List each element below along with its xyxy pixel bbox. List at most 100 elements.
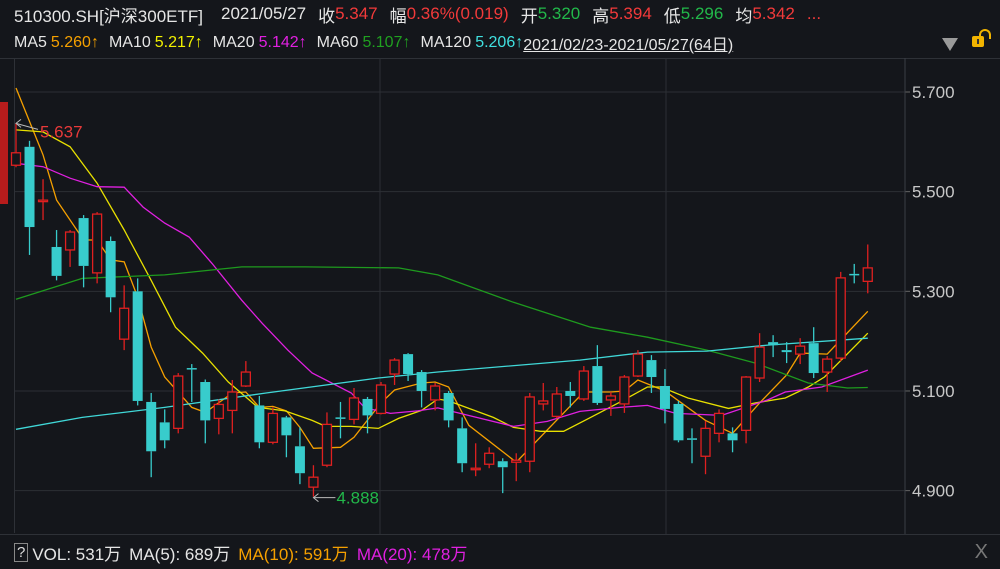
candle[interactable] xyxy=(673,400,684,443)
candle-body xyxy=(375,384,387,415)
candle[interactable] xyxy=(416,370,427,408)
candle[interactable] xyxy=(754,333,765,383)
candle[interactable] xyxy=(457,417,468,473)
candle[interactable] xyxy=(862,244,873,294)
candle[interactable] xyxy=(443,390,454,428)
candle-body xyxy=(511,459,522,463)
candle[interactable] xyxy=(335,401,346,439)
candle[interactable] xyxy=(768,335,779,358)
candle[interactable] xyxy=(321,412,333,468)
candle-body xyxy=(335,417,346,419)
help-icon[interactable]: ? xyxy=(14,542,29,562)
candle[interactable] xyxy=(213,399,224,435)
candle[interactable] xyxy=(429,383,441,411)
candle-body xyxy=(605,395,617,401)
candle[interactable] xyxy=(91,212,103,284)
candle-body xyxy=(687,438,697,440)
candle[interactable] xyxy=(484,447,495,469)
candle[interactable] xyxy=(159,409,170,449)
candle[interactable] xyxy=(511,453,522,482)
candle[interactable] xyxy=(551,386,562,419)
candle[interactable] xyxy=(24,140,35,255)
candle-body xyxy=(754,346,765,379)
candle[interactable] xyxy=(470,443,481,477)
candle[interactable] xyxy=(267,407,279,445)
candle[interactable] xyxy=(687,428,697,464)
candle[interactable] xyxy=(200,379,211,444)
candle-body xyxy=(740,376,752,431)
candle-body xyxy=(632,353,644,377)
candle[interactable] xyxy=(578,366,589,401)
candle[interactable] xyxy=(64,230,76,267)
candle-body xyxy=(37,199,49,203)
candle[interactable] xyxy=(146,392,157,478)
vol-value: VOL: 531万 xyxy=(32,544,122,564)
candle[interactable] xyxy=(105,236,116,313)
candle-body xyxy=(578,370,589,400)
candle[interactable] xyxy=(37,179,49,221)
candle[interactable] xyxy=(403,353,414,382)
candle-body xyxy=(294,446,305,474)
y-tick-label: 5.500 xyxy=(912,183,955,202)
candle[interactable] xyxy=(78,215,89,288)
candle-body xyxy=(321,423,333,466)
vol-ma20: MA(20): 478万 xyxy=(356,544,468,564)
candle-body xyxy=(727,433,738,441)
candle-body xyxy=(700,427,711,457)
y-tick-label: 5.100 xyxy=(912,382,955,401)
candle[interactable] xyxy=(132,278,143,406)
candle[interactable] xyxy=(173,373,184,434)
candle[interactable] xyxy=(186,364,197,402)
candle[interactable] xyxy=(713,409,725,443)
candle[interactable] xyxy=(497,458,508,494)
candle[interactable] xyxy=(808,327,819,379)
candle-body xyxy=(713,412,725,434)
candle-body xyxy=(592,366,603,403)
candle[interactable] xyxy=(565,382,576,408)
candle-body xyxy=(781,350,792,353)
candle[interactable] xyxy=(605,391,617,416)
candle[interactable] xyxy=(524,392,535,473)
candle[interactable] xyxy=(659,369,670,424)
candle[interactable] xyxy=(294,427,305,485)
candle[interactable] xyxy=(119,285,130,351)
candle-body xyxy=(659,385,670,409)
candle[interactable] xyxy=(375,382,387,415)
candle-body xyxy=(10,152,22,166)
candle[interactable] xyxy=(51,230,62,281)
candle[interactable] xyxy=(592,345,603,405)
candle[interactable] xyxy=(240,361,251,387)
candle-body xyxy=(497,461,508,468)
candle-body xyxy=(213,403,224,420)
candle[interactable] xyxy=(281,415,292,458)
candle-body xyxy=(808,343,819,374)
candlestick-chart[interactable]: 5.700 5.500 5.300 5.100 4.900 5.637 4.888 xyxy=(0,0,1000,534)
candle[interactable] xyxy=(700,420,711,475)
candle[interactable] xyxy=(740,376,752,444)
candle-body xyxy=(348,397,360,421)
ma-line-ma60 xyxy=(15,266,868,389)
candle-body xyxy=(768,342,779,346)
candle-body xyxy=(146,401,157,452)
candle[interactable] xyxy=(781,342,792,364)
candle[interactable] xyxy=(389,358,400,386)
candle-body xyxy=(470,467,481,471)
candle-body xyxy=(308,476,319,488)
candle-body xyxy=(240,371,251,387)
candle-body xyxy=(78,218,89,266)
candle[interactable] xyxy=(849,263,860,284)
candle-body xyxy=(173,375,184,430)
candle[interactable] xyxy=(835,271,846,362)
candle[interactable] xyxy=(308,465,319,497)
candle[interactable] xyxy=(632,350,644,378)
candle-body xyxy=(267,412,279,443)
ma-line-ma120 xyxy=(15,337,868,430)
candle-body xyxy=(227,391,238,412)
candle-body xyxy=(862,267,873,283)
candle-body xyxy=(200,382,211,421)
candle-body xyxy=(443,392,454,421)
candle[interactable] xyxy=(538,383,549,411)
y-tick-label: 4.900 xyxy=(912,482,955,501)
candle-body xyxy=(416,372,427,391)
close-icon[interactable]: X xyxy=(975,541,988,564)
